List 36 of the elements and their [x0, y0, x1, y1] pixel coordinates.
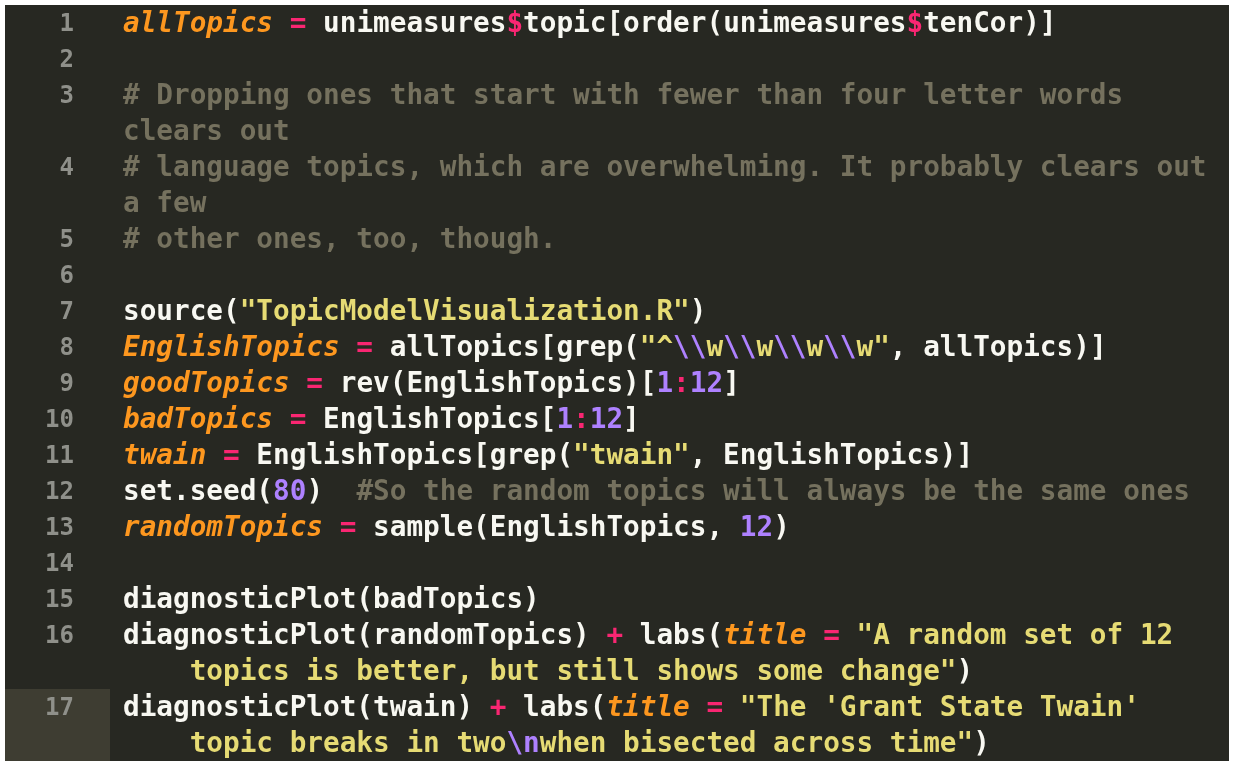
line-number: 8 [59, 332, 74, 363]
code-line: set.seed(80) #So the random topics will always be the same ones [123, 473, 1190, 509]
code-line: # other ones, too, though. [123, 221, 557, 257]
line-number: 12 [45, 476, 74, 507]
code-line: diagnosticPlot(randomTopics) + labs(title = "A random set of 12 [123, 617, 1174, 653]
line-number: 3 [59, 80, 74, 111]
code-line: # language topics, which are overwhelming. It probably clears out [123, 149, 1207, 185]
line-number: 10 [45, 404, 74, 435]
line-number: 15 [45, 584, 74, 615]
code-line: source("TopicModelVisualization.R") [123, 293, 707, 329]
line-number: 5 [59, 224, 74, 255]
line-number: 14 [45, 548, 74, 579]
code-line: randomTopics = sample(EnglishTopics, 12) [123, 509, 790, 545]
line-number: 2 [59, 44, 74, 75]
line-number: 11 [45, 440, 74, 471]
code-line: twain = EnglishTopics[grep("twain", EnglishTopics)] [123, 437, 974, 473]
line-number: 9 [59, 368, 74, 399]
code-line: badTopics = EnglishTopics[1:12] [123, 401, 640, 437]
code-line: allTopics = unimeasures$topic[order(unimeasures$tenCor)] [123, 5, 1057, 41]
code-line: topic breaks in two\nwhen bisected across time") [188, 725, 990, 761]
code-line: diagnosticPlot(badTopics) [123, 581, 540, 617]
code-line: a few [123, 185, 207, 221]
line-number: 4 [59, 152, 74, 183]
code-line: goodTopics = rev(EnglishTopics)[1:12] [123, 365, 740, 401]
code-line: diagnosticPlot(twain) + labs(title = "The 'Grant State Twain' [123, 689, 1140, 725]
line-number: 6 [59, 260, 74, 291]
line-number: 1 [59, 8, 74, 39]
code-line: topics is better, but still shows some change") [188, 653, 974, 689]
line-number: 7 [59, 296, 74, 327]
line-number: 16 [45, 620, 74, 651]
code-line: # Dropping ones that start with fewer than four letter words [123, 77, 1124, 113]
code-line: EnglishTopics = allTopics[grep("^\\w\\w\\w\\w", allTopics)] [123, 329, 1107, 365]
code-line: clears out [123, 113, 290, 149]
line-number: 17 [45, 692, 74, 723]
line-number: 13 [45, 512, 74, 543]
code-editor[interactable] [5, 5, 1229, 761]
